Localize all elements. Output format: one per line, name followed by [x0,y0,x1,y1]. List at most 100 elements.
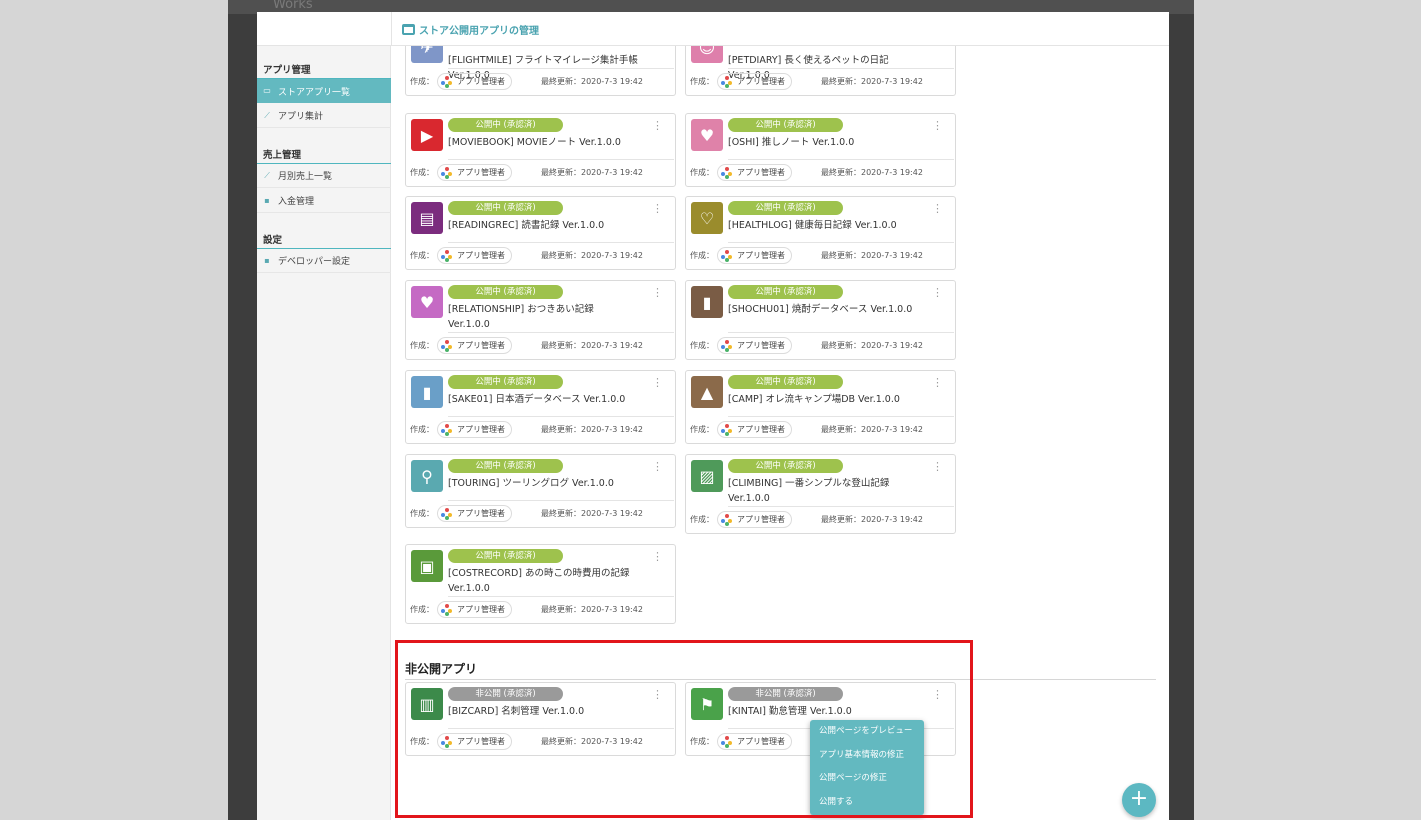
creator-chip[interactable]: アプリ管理者 [437,505,512,522]
creator-chip[interactable]: アプリ管理者 [717,421,792,438]
app-card[interactable]: ▲ 公開中 (承認済) ⋮ [CAMP] オレ流キャンプ場DB Ver.1.0.0 作成… [685,370,956,444]
last-updated: 最終更新：2020-7-3 19:42 [541,736,643,747]
app-card[interactable]: ▣ 公開中 (承認済) ⋮ [COSTRECORD] あの時この時費用の記録 Ver.… [405,544,676,624]
more-vert-icon[interactable]: ⋮ [932,287,943,298]
updated-label: 最終更新： [541,425,581,434]
window-icon [402,23,415,35]
header-separator [391,12,392,46]
more-vert-icon[interactable]: ⋮ [932,461,943,472]
creator-chip[interactable]: アプリ管理者 [717,247,792,264]
app-title: [TOURING] ツーリングログ Ver.1.0.0 [448,478,614,489]
card-divider [448,68,674,69]
creator-chip[interactable]: アプリ管理者 [717,733,792,750]
creator-label: 作成： [410,77,434,86]
app-card[interactable]: ▤ 公開中 (承認済) ⋮ [READINGREC] 読書記録 Ver.1.0.0 作成… [405,196,676,270]
airplane-icon: ✈ [411,46,443,63]
card-divider [448,416,674,417]
sidebar-item-developer-settings[interactable]: ▪ デベロッパー設定 [257,249,391,273]
creator-chip[interactable]: アプリ管理者 [717,164,792,181]
more-vert-icon[interactable]: ⋮ [932,689,943,700]
menu-item-preview-public-page[interactable]: 公開ページをプレビュー [810,720,924,744]
sidebar: アプリ管理 ▭ ストアアプリ一覧 ⟋ アプリ集計 売上管理 ⟋ 月別売上一覧 ▪… [257,46,391,820]
sidebar-item-label: アプリ集計 [278,112,324,122]
add-app-button[interactable]: + [1122,783,1156,817]
avatar [441,507,453,520]
bicycle-icon: ⚲ [411,460,443,492]
last-updated: 最終更新：2020-7-3 19:42 [821,514,923,525]
app-card[interactable]: ⚲ 公開中 (承認済) ⋮ [TOURING] ツーリングログ Ver.1.0.0 作成… [405,454,676,528]
more-vert-icon[interactable]: ⋮ [652,203,663,214]
app-card[interactable]: ♥ 公開中 (承認済) ⋮ [OSHI] 推しノート Ver.1.0.0 作成： アプリ管… [685,113,956,187]
sidebar-item-payment[interactable]: ▪ 入金管理 [257,189,391,213]
updated-value: 2020-7-3 19:42 [861,77,923,86]
app-card[interactable]: ▥ 非公開 (承認済) ⋮ [BIZCARD] 名刺管理 Ver.1.0.0 作成： アプ… [405,682,676,756]
card-divider [448,242,674,243]
app-card-footer: 作成： アプリ管理者 最終更新：2020-7-3 19:42 [406,596,675,623]
updated-value: 2020-7-3 19:42 [581,509,643,518]
card-divider [728,68,954,69]
more-vert-icon[interactable]: ⋮ [932,203,943,214]
avatar [721,166,733,179]
app-card[interactable]: ▮ 公開中 (承認済) ⋮ [SHOCHU01] 焼酎データベース Ver.1.0.0… [685,280,956,360]
creator-chip[interactable]: アプリ管理者 [437,73,512,90]
creator-chip[interactable]: アプリ管理者 [437,337,512,354]
sidebar-item-monthly-sales[interactable]: ⟋ 月別売上一覧 [257,164,391,188]
last-updated: 最終更新：2020-7-3 19:42 [541,508,643,519]
menu-item-edit-public-page[interactable]: 公開ページの修正 [810,767,924,791]
creator-chip[interactable]: アプリ管理者 [717,73,792,90]
updated-value: 2020-7-3 19:42 [861,515,923,524]
app-title: [RELATIONSHIP] おつきあい記録 Ver.1.0.0 [448,304,594,330]
app-card[interactable]: ♥ 公開中 (承認済) ⋮ [RELATIONSHIP] おつきあい記録 Ver.1.… [405,280,676,360]
menu-item-edit-app-info[interactable]: アプリ基本情報の修正 [810,744,924,768]
updated-value: 2020-7-3 19:42 [581,251,643,260]
app-title: [BIZCARD] 名刺管理 Ver.1.0.0 [448,706,585,717]
more-vert-icon[interactable]: ⋮ [652,689,663,700]
more-vert-icon[interactable]: ⋮ [932,120,943,131]
pet-icon: ☺ [691,46,723,63]
sidebar-item-store-app-list[interactable]: ▭ ストアアプリ一覧 [257,79,391,103]
creator-label: 作成： [410,737,434,746]
creator-name: アプリ管理者 [457,425,505,434]
more-vert-icon[interactable]: ⋮ [652,377,663,388]
last-updated: 最終更新：2020-7-3 19:42 [821,424,923,435]
app-card[interactable]: ♡ 公開中 (承認済) ⋮ [HEALTHLOG] 健康毎日記録 Ver.1.0.0 作… [685,196,956,270]
sidebar-item-label: デベロッパー設定 [278,257,351,267]
avatar [721,735,733,748]
app-title: [SAKE01] 日本酒データベース Ver.1.0.0 [448,394,626,405]
more-vert-icon[interactable]: ⋮ [652,120,663,131]
status-badge: 公開中 (承認済) [448,375,563,389]
creator-chip[interactable]: アプリ管理者 [437,733,512,750]
updated-value: 2020-7-3 19:42 [581,425,643,434]
app-title: [MOVIEBOOK] MOVIEノート Ver.1.0.0 [448,137,621,148]
more-vert-icon[interactable]: ⋮ [932,377,943,388]
creator-label: 作成： [690,168,714,177]
menu-item-publish[interactable]: 公開する [810,791,924,815]
creator-chip[interactable]: アプリ管理者 [717,511,792,528]
section-divider [405,679,1156,680]
creator-label: 作成： [690,425,714,434]
creator-chip[interactable]: アプリ管理者 [437,421,512,438]
more-vert-icon[interactable]: ⋮ [652,551,663,562]
modal-header: ストア公開用アプリの管理 [257,12,1169,46]
app-card[interactable]: ✈ [FLIGHTMILE] フライトマイレージ集計手帳 Ver.1.0.0 作成：… [405,46,676,96]
creator-chip[interactable]: アプリ管理者 [437,164,512,181]
creator-label: 作成： [410,168,434,177]
app-card[interactable]: ▨ 公開中 (承認済) ⋮ [CLIMBING] 一番シンプルな登山記録 Ver.1.… [685,454,956,534]
more-vert-icon[interactable]: ⋮ [652,461,663,472]
app-card-footer: 作成： アプリ管理者 最終更新：2020-7-3 19:42 [406,500,675,527]
chart-icon: ⟋ [264,110,270,120]
creator-name: アプリ管理者 [457,737,505,746]
app-card[interactable]: ☺ [PETDIARY] 長く使えるペットの日記 Ver.1.0.0 作成： アプリ管… [685,46,956,96]
creator-chip[interactable]: アプリ管理者 [437,247,512,264]
app-card[interactable]: ▶ 公開中 (承認済) ⋮ [MOVIEBOOK] MOVIEノート Ver.1.0.… [405,113,676,187]
avatar [441,603,453,616]
sidebar-item-app-stats[interactable]: ⟋ アプリ集計 [257,104,391,128]
updated-value: 2020-7-3 19:42 [861,341,923,350]
avatar [721,339,733,352]
creator-chip[interactable]: アプリ管理者 [717,337,792,354]
creator-chip[interactable]: アプリ管理者 [437,601,512,618]
app-card[interactable]: ▮ 公開中 (承認済) ⋮ [SAKE01] 日本酒データベース Ver.1.0.0 作… [405,370,676,444]
creator-name: アプリ管理者 [457,509,505,518]
updated-value: 2020-7-3 19:42 [861,251,923,260]
more-vert-icon[interactable]: ⋮ [652,287,663,298]
